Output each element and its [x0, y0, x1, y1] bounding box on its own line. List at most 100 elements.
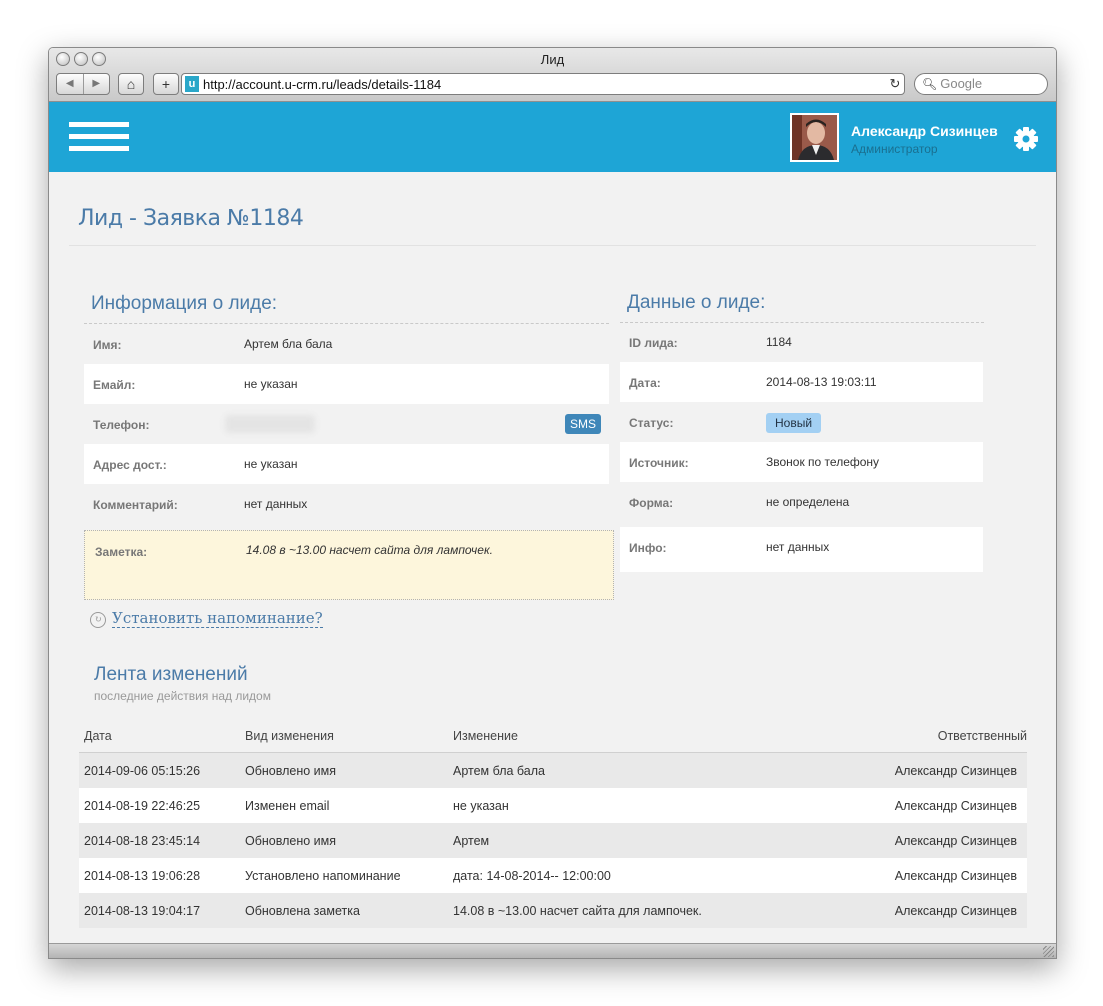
lead-form-row: Форма: не определена: [620, 482, 983, 522]
cell-date: 2014-08-13 19:06:28: [84, 869, 201, 883]
page-title: Лид - Заявка №1184: [78, 206, 304, 231]
page-content: Лид - Заявка №1184 Информация о лиде: Им…: [49, 172, 1056, 944]
cell-responsible: Александр Сизинцев: [894, 764, 1017, 778]
cell-responsible: Александр Сизинцев: [894, 869, 1017, 883]
cell-date: 2014-08-13 19:04:17: [84, 904, 201, 918]
cell-type: Обновлена заметка: [245, 904, 360, 918]
column-header-change[interactable]: Изменение: [453, 729, 518, 743]
browser-titlebar: Лид ◀ ▶ ⌂ + u http://account.u-crm.ru/le…: [49, 48, 1056, 102]
lead-name-row: Имя: Артем бла бала: [84, 324, 609, 364]
id-value: 1184: [766, 335, 792, 349]
changes-table: Дата Вид изменения Изменение Ответственн…: [79, 724, 1027, 928]
address-label: Адрес дост.:: [93, 458, 167, 472]
set-reminder-link[interactable]: Установить напоминание?: [112, 609, 323, 628]
gear-icon[interactable]: [1013, 126, 1039, 152]
lead-email-row: Емайл: не указан: [84, 364, 609, 404]
cell-date: 2014-08-18 23:45:14: [84, 834, 201, 848]
lead-info-title: Информация о лиде:: [91, 293, 278, 314]
lead-date-row: Дата: 2014-08-13 19:03:11: [620, 362, 983, 402]
resize-grip-icon[interactable]: [1043, 946, 1054, 957]
address-value: не указан: [244, 457, 298, 471]
lead-source-row: Источник: Звонок по телефону: [620, 442, 983, 482]
browser-window: Лид ◀ ▶ ⌂ + u http://account.u-crm.ru/le…: [48, 47, 1057, 959]
status-label: Статус:: [629, 416, 674, 430]
lead-data-title: Данные о лиде:: [627, 292, 766, 313]
sms-button[interactable]: SMS: [564, 414, 601, 434]
feed-title: Лента изменений: [94, 664, 248, 685]
site-favicon-icon: u: [185, 76, 199, 92]
info-label: Инфо:: [629, 541, 667, 555]
phone-value-redacted: [225, 415, 315, 433]
lead-info-row: Инфо: нет данных: [620, 527, 983, 572]
cell-date: 2014-08-19 22:46:25: [84, 799, 201, 813]
title-divider: [69, 245, 1036, 246]
cell-responsible: Александр Сизинцев: [894, 799, 1017, 813]
add-bookmark-icon[interactable]: +: [153, 73, 179, 95]
browser-status-bar: [49, 943, 1056, 958]
source-label: Источник:: [629, 456, 689, 470]
forward-icon[interactable]: ▶: [82, 74, 110, 94]
feed-subtitle: последние действия над лидом: [94, 689, 271, 703]
search-field[interactable]: 🔍︎ Google: [914, 73, 1048, 95]
email-value: не указан: [244, 377, 298, 391]
history-nav: ◀ ▶: [56, 73, 110, 95]
lead-id-row: ID лида: 1184: [620, 322, 983, 362]
comment-label: Комментарий:: [93, 498, 178, 512]
note-label: Заметка:: [95, 545, 148, 559]
info-value: нет данных: [766, 540, 830, 554]
lead-status-row: Статус: Новый: [620, 402, 983, 442]
back-icon[interactable]: ◀: [57, 74, 83, 94]
form-label: Форма:: [629, 496, 674, 510]
lead-address-row: Адрес дост.: не указан: [84, 444, 609, 484]
table-row: 2014-08-13 19:04:17 Обновлена заметка 14…: [79, 893, 1027, 928]
lead-comment-row: Комментарий: нет данных: [84, 484, 609, 524]
user-role: Администратор: [851, 142, 938, 156]
cell-type: Установлено напоминание: [245, 869, 401, 883]
cell-change: Артем бла бала: [453, 764, 546, 778]
date-value: 2014-08-13 19:03:11: [766, 375, 877, 389]
cell-change: не указан: [453, 799, 509, 813]
note-box[interactable]: Заметка: 14.08 в ~13.00 насчет сайта для…: [84, 530, 614, 600]
set-reminder[interactable]: ↻ Установить напоминание?: [90, 609, 323, 628]
table-row: 2014-08-13 19:06:28 Установлено напомина…: [79, 858, 1027, 893]
column-header-date[interactable]: Дата: [84, 729, 112, 743]
phone-label: Телефон:: [93, 418, 150, 432]
search-icon: 🔍︎: [922, 77, 938, 91]
window-title: Лид: [540, 52, 565, 67]
address-bar[interactable]: u http://account.u-crm.ru/leads/details-…: [181, 73, 905, 95]
table-row: 2014-08-18 23:45:14 Обновлено имя Артем …: [79, 823, 1027, 858]
app-header: Александр Сизинцев Администратор: [49, 102, 1056, 172]
name-value: Артем бла бала: [244, 337, 333, 351]
column-header-type[interactable]: Вид изменения: [245, 729, 334, 743]
cell-responsible: Александр Сизинцев: [894, 834, 1017, 848]
column-header-responsible[interactable]: Ответственный: [938, 729, 1027, 743]
home-icon[interactable]: ⌂: [118, 73, 144, 95]
table-row: 2014-08-19 22:46:25 Изменен email не ука…: [79, 788, 1027, 823]
cell-type: Изменен email: [245, 799, 330, 813]
search-placeholder: Google: [940, 76, 983, 91]
user-name[interactable]: Александр Сизинцев: [851, 123, 998, 139]
cell-change: дата: 14-08-2014-- 12:00:00: [453, 869, 611, 883]
lead-phone-row: Телефон: SMS: [84, 404, 609, 444]
url-text[interactable]: http://account.u-crm.ru/leads/details-11…: [203, 77, 886, 92]
email-label: Емайл:: [93, 378, 136, 392]
note-value[interactable]: 14.08 в ~13.00 насчет сайта для лампочек…: [246, 543, 493, 557]
reminder-icon: ↻: [90, 612, 106, 628]
cell-responsible: Александр Сизинцев: [894, 904, 1017, 918]
menu-icon[interactable]: [69, 122, 129, 154]
status-badge[interactable]: Новый: [766, 413, 822, 433]
cell-change: 14.08 в ~13.00 насчет сайта для лампочек…: [453, 904, 702, 918]
comment-value: нет данных: [244, 497, 308, 511]
table-row: 2014-09-06 05:15:26 Обновлено имя Артем …: [79, 753, 1027, 788]
table-header: Дата Вид изменения Изменение Ответственн…: [79, 724, 1027, 753]
cell-date: 2014-09-06 05:15:26: [84, 764, 201, 778]
id-label: ID лида:: [629, 336, 678, 350]
source-value: Звонок по телефону: [766, 455, 880, 469]
cell-type: Обновлено имя: [245, 834, 337, 848]
avatar[interactable]: [790, 113, 839, 162]
cell-type: Обновлено имя: [245, 764, 337, 778]
name-label: Имя:: [93, 338, 122, 352]
cell-change: Артем: [453, 834, 490, 848]
reload-icon[interactable]: ↻: [886, 76, 904, 92]
date-label: Дата:: [629, 376, 661, 390]
